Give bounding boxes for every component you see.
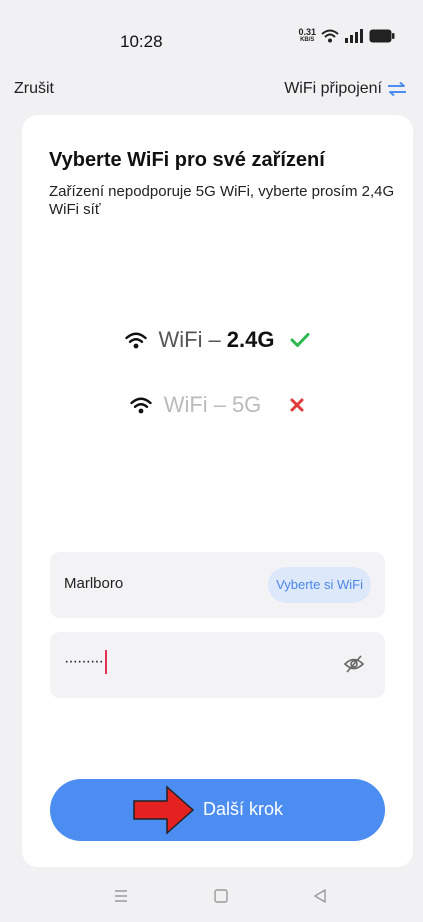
band-separator: – xyxy=(208,327,221,352)
wifi-icon xyxy=(124,332,147,348)
net-speed: 0.31 KB/S xyxy=(298,28,316,44)
band-name: WiFi xyxy=(163,392,208,417)
home-icon[interactable] xyxy=(213,888,229,904)
cancel-button[interactable]: Zrušit xyxy=(14,80,54,98)
system-nav-bar xyxy=(0,880,423,922)
ssid-value: Marlboro xyxy=(64,575,124,592)
top-bar: Zrušit WiFi připojení xyxy=(0,76,423,106)
password-field[interactable]: ········· xyxy=(50,632,385,698)
band-frequency: 5G xyxy=(231,392,262,417)
band-frequency: 2.4G xyxy=(226,327,275,352)
wifi-setup-card: Vyberte WiFi pro své zařízení Zařízení n… xyxy=(22,115,413,867)
band-2-4g-row: WiFi – 2.4G xyxy=(22,327,413,353)
band-name: WiFi xyxy=(158,327,203,352)
text-caret xyxy=(104,650,107,674)
password-input[interactable]: ········· xyxy=(64,650,107,674)
band-5g-row: WiFi – 5G xyxy=(22,392,413,418)
next-step-label: Další krok xyxy=(203,799,284,819)
signal-icon xyxy=(345,29,363,43)
red-arrow-icon xyxy=(133,785,195,835)
band-separator: – xyxy=(213,392,226,417)
status-bar: 10:28 0.31 KB/S xyxy=(0,0,423,70)
net-speed-unit: KB/S xyxy=(300,37,315,43)
wifi-icon xyxy=(130,397,152,413)
choose-wifi-button[interactable]: Vyberte si WiFi xyxy=(268,567,371,603)
wifi-status-icon xyxy=(321,29,339,43)
password-masked-value: ········· xyxy=(64,653,104,671)
eye-off-icon[interactable] xyxy=(343,654,365,674)
page-title: Vyberte WiFi pro své zařízení xyxy=(49,149,325,171)
status-time: 10:28 xyxy=(120,32,163,51)
wifi-connection-button[interactable]: WiFi připojení xyxy=(284,80,407,98)
cross-icon xyxy=(290,398,304,412)
wifi-connection-label: WiFi připojení xyxy=(284,80,382,97)
menu-icon[interactable] xyxy=(113,888,129,904)
swap-arrows-icon xyxy=(388,81,406,97)
back-icon[interactable] xyxy=(312,888,328,904)
next-step-button[interactable]: Další krok xyxy=(50,779,385,841)
check-icon xyxy=(290,333,310,347)
status-icons: 0.31 KB/S xyxy=(298,28,395,44)
battery-icon xyxy=(369,29,395,43)
ssid-field[interactable]: Marlboro Vyberte si WiFi xyxy=(50,552,385,618)
net-speed-value: 0.31 xyxy=(298,27,316,37)
page-description: Zařízení nepodporuje 5G WiFi, vyberte pr… xyxy=(49,183,395,218)
